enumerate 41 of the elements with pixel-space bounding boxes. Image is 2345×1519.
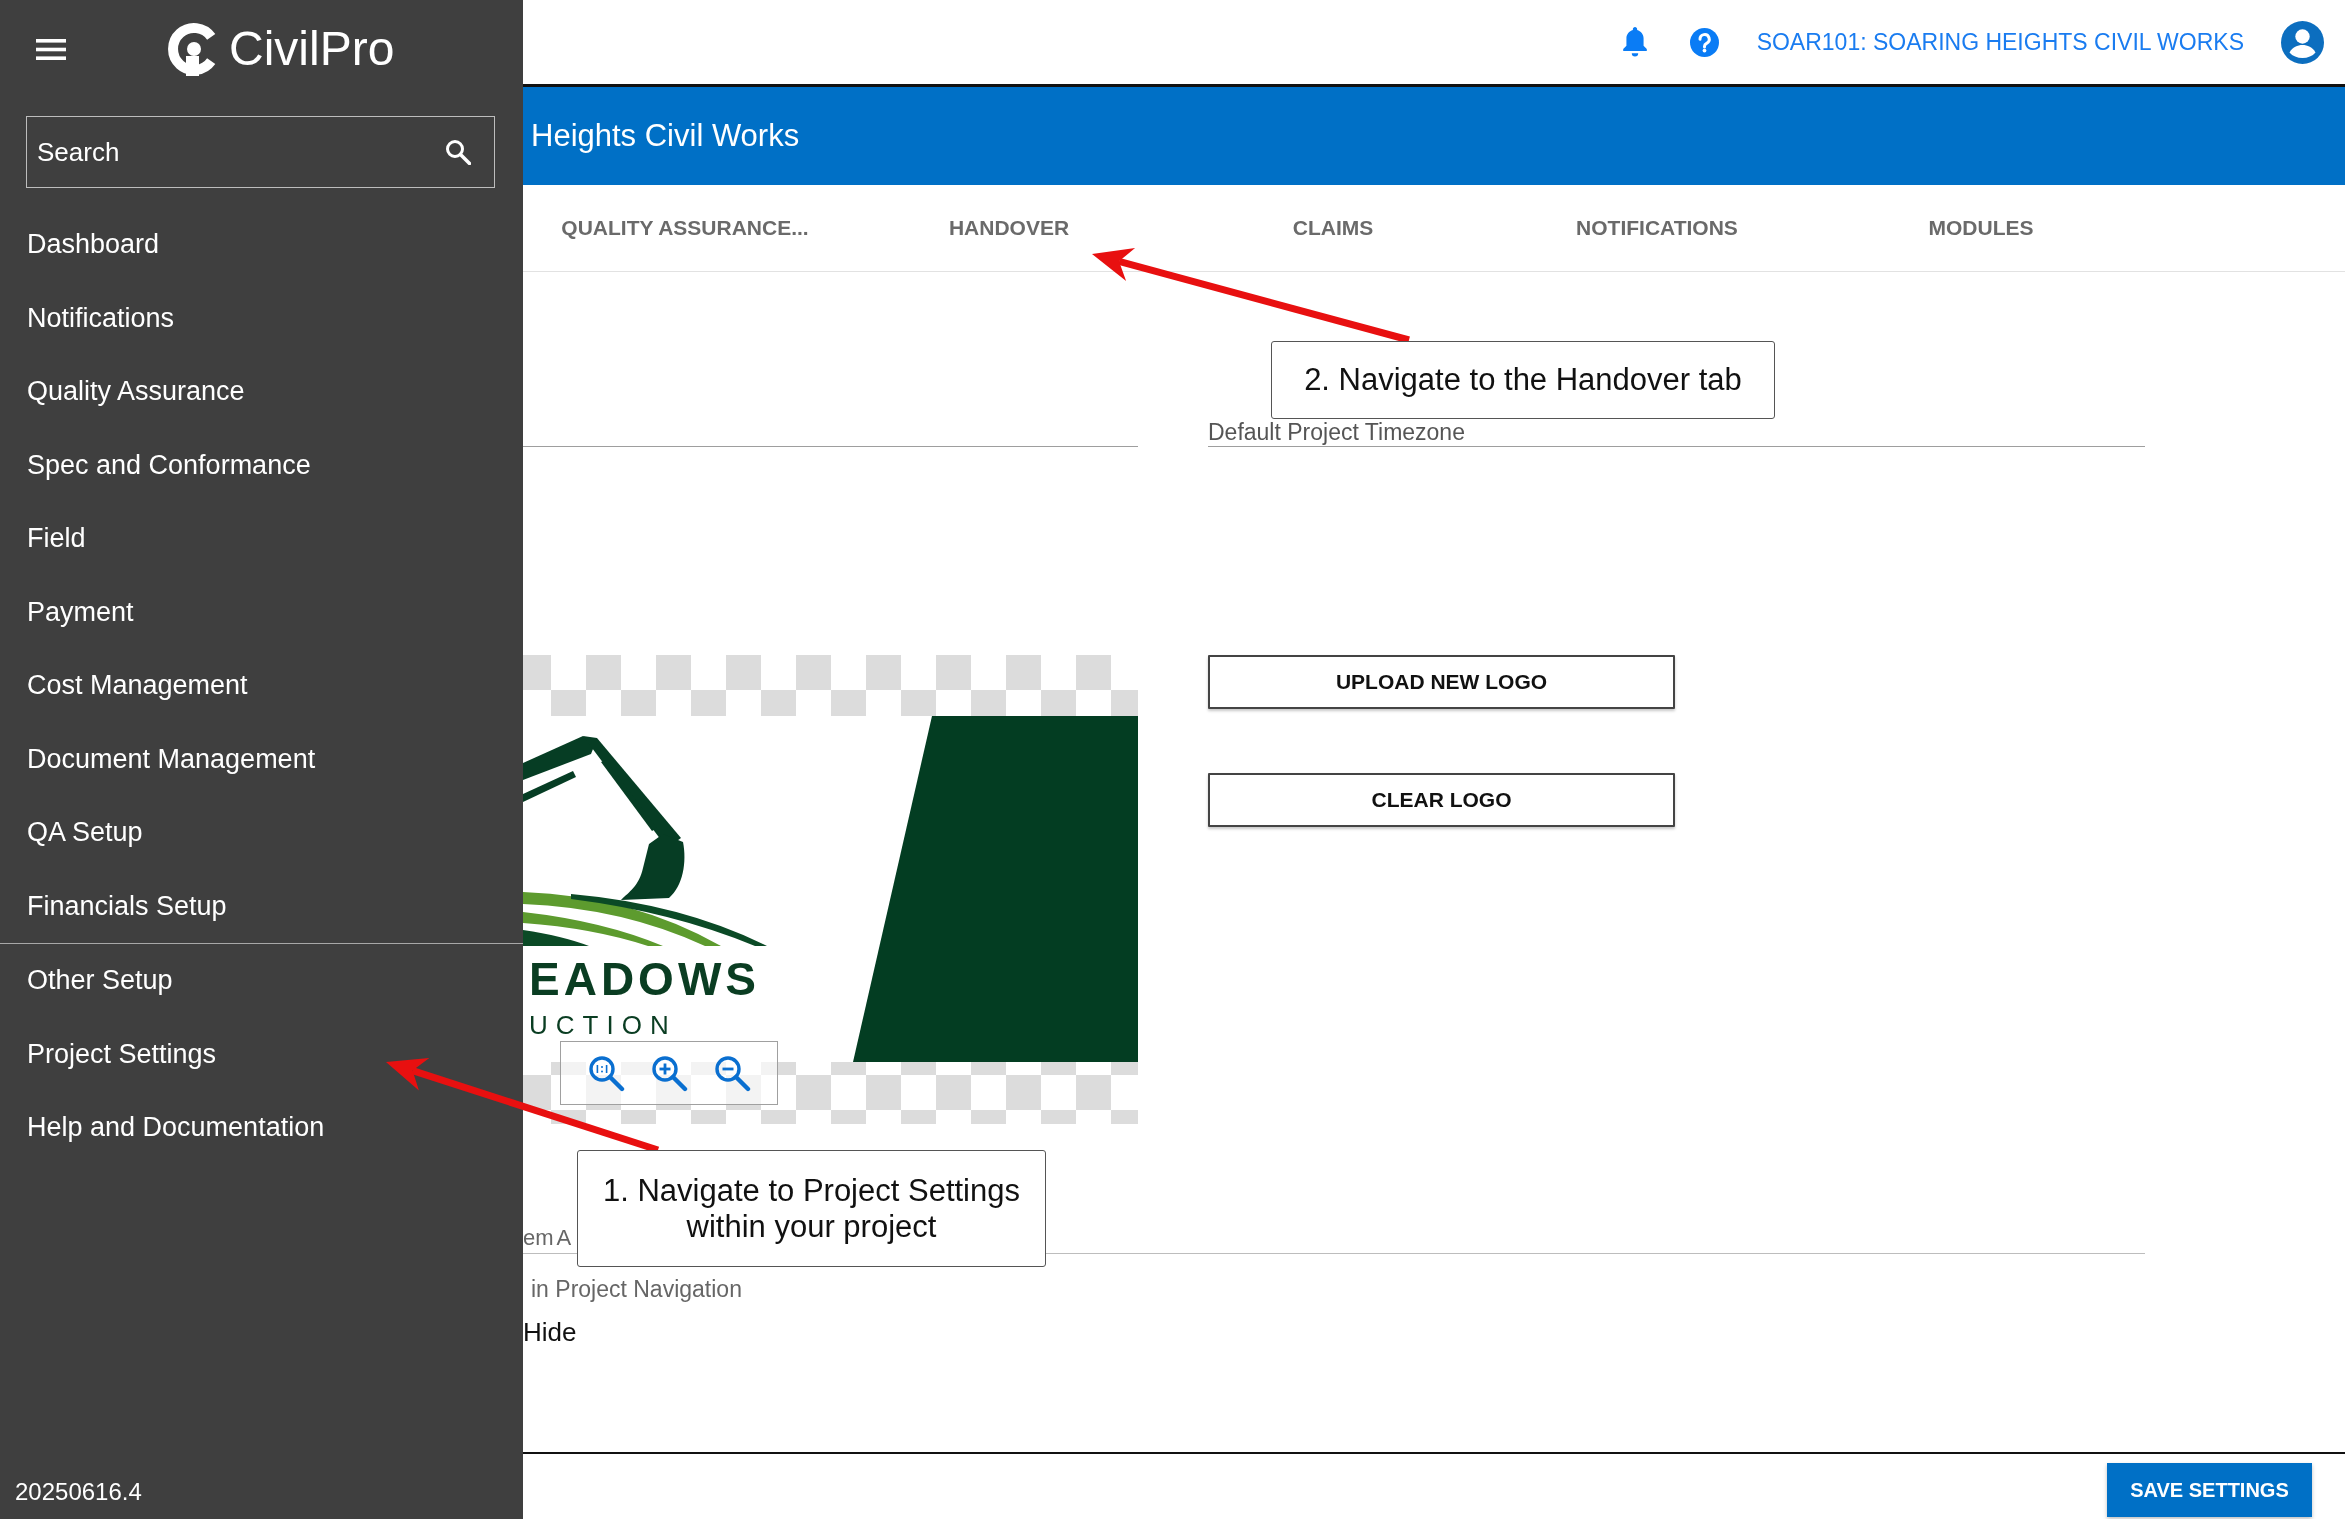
sidebar-item[interactable]: Notifications xyxy=(0,281,523,355)
actual-size-icon[interactable] xyxy=(588,1054,625,1092)
tab[interactable]: HANDOVER xyxy=(847,185,1171,271)
search-icon[interactable] xyxy=(445,139,471,165)
menu-icon[interactable] xyxy=(36,38,66,60)
bell-icon[interactable] xyxy=(1621,27,1648,57)
project-link[interactable]: SOAR101: SOARING HEIGHTS CIVIL WORKS xyxy=(1756,28,2244,56)
setting-label: in Project Navigation xyxy=(530,1275,742,1303)
save-settings-button[interactable]: SAVE SETTINGS xyxy=(2107,1463,2312,1517)
search-field[interactable]: Search xyxy=(26,116,495,188)
sidebar-item[interactable]: Project Settings xyxy=(0,1017,523,1091)
sidebar-item[interactable]: Cost Management xyxy=(0,649,523,723)
sidebar-item[interactable]: Field xyxy=(0,502,523,576)
zoom-out-icon[interactable] xyxy=(714,1054,751,1092)
logo-button[interactable]: UPLOAD NEW LOGO xyxy=(1208,655,1675,709)
callout-text: 2. Navigate to the Handover tab xyxy=(1271,341,1775,419)
sidebar-item[interactable]: Quality Assurance xyxy=(0,355,523,429)
sidebar-item[interactable]: Document Management xyxy=(0,722,523,796)
sidebar-item[interactable]: Spec and Conformance xyxy=(0,428,523,502)
sidebar-item[interactable]: Financials Setup xyxy=(0,869,523,943)
sidebar-item[interactable]: Dashboard xyxy=(0,208,523,282)
version-number: 20250616.4 xyxy=(14,1478,143,1507)
help-icon[interactable] xyxy=(1689,27,1719,57)
logo-button[interactable]: CLEAR LOGO xyxy=(1208,773,1675,827)
tab[interactable]: CLAIMS xyxy=(1171,185,1495,271)
sidebar-item[interactable]: Help and Documentation xyxy=(0,1091,523,1165)
sidebar-item[interactable]: Payment xyxy=(0,575,523,649)
zoom-in-icon[interactable] xyxy=(651,1054,688,1092)
field-label: em A xyxy=(523,1224,572,1251)
option-label[interactable]: Hide xyxy=(523,1316,577,1348)
sidebar-item[interactable]: QA Setup xyxy=(0,796,523,870)
logo-text: EADOWS xyxy=(529,953,760,1005)
brand-name: CivilPro xyxy=(229,25,395,73)
page-title: Heights Civil Works xyxy=(531,118,800,154)
callout-text: 1. Navigate to Project Settings within your project xyxy=(577,1150,1046,1267)
sidebar-item[interactable]: Other Setup xyxy=(0,944,523,1018)
tab[interactable]: NOTIFICATIONS xyxy=(1495,185,1819,271)
tab[interactable]: QUALITY ASSURANCE... xyxy=(523,185,847,271)
tab[interactable]: MODULES xyxy=(1819,185,2143,271)
user-avatar-icon[interactable] xyxy=(2281,20,2324,64)
logo-text: UCTION xyxy=(529,1010,677,1040)
